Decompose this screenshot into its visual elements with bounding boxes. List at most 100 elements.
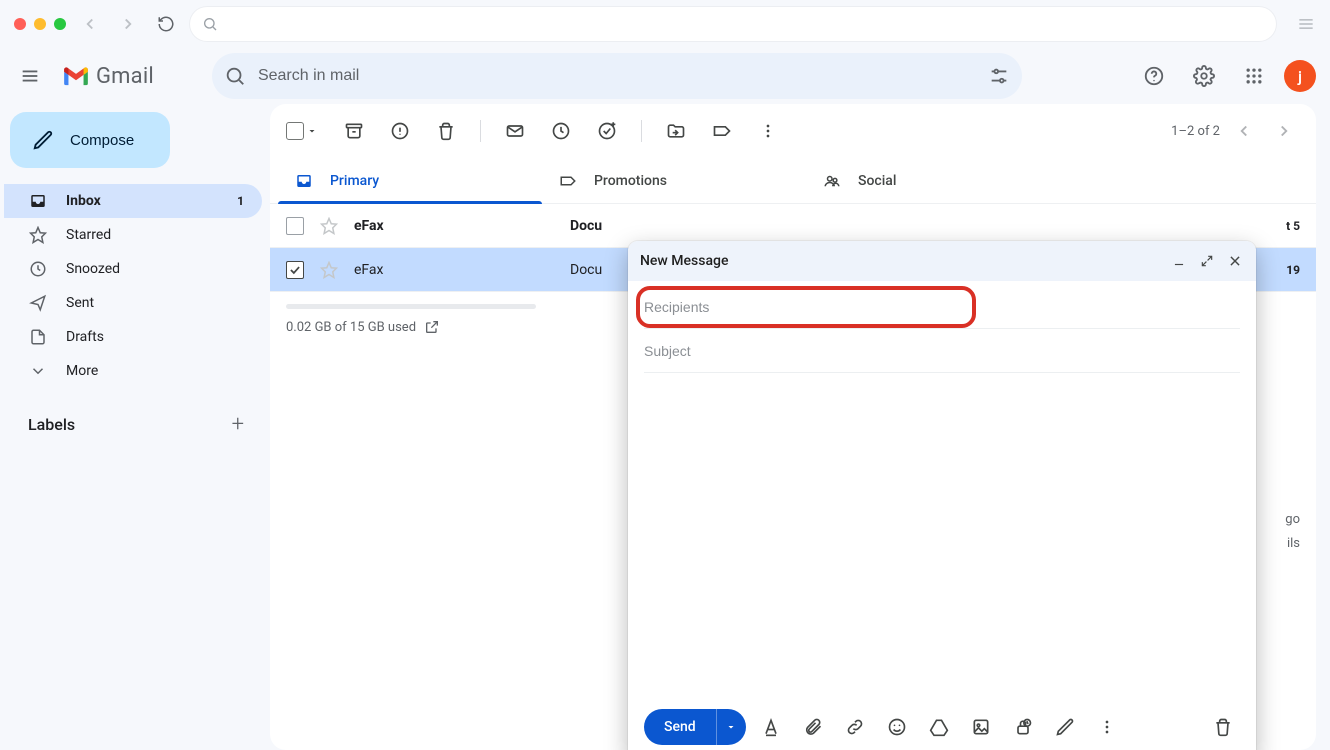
search-input[interactable] xyxy=(258,67,976,85)
clock-icon xyxy=(28,260,48,278)
mark-unread-button[interactable] xyxy=(495,111,535,151)
activity-line: go xyxy=(1285,508,1300,532)
sidebar-item-label: Drafts xyxy=(66,329,104,345)
close-window-icon[interactable] xyxy=(14,18,26,30)
drive-icon[interactable] xyxy=(922,710,956,744)
people-icon xyxy=(822,171,842,191)
minimize-icon[interactable] xyxy=(1170,252,1188,270)
product-name: Gmail xyxy=(96,64,154,89)
compose-button[interactable]: Compose xyxy=(10,112,170,168)
signature-icon[interactable] xyxy=(1048,710,1082,744)
message-sender: eFax xyxy=(354,262,554,278)
quota-bar xyxy=(286,304,536,309)
compose-header[interactable]: New Message xyxy=(628,241,1256,281)
message-subject: Docu xyxy=(570,218,1234,234)
star-icon[interactable] xyxy=(320,261,338,279)
external-link-icon[interactable] xyxy=(424,319,440,335)
row-checkbox[interactable] xyxy=(286,217,304,235)
nav-forward-button[interactable] xyxy=(114,10,142,38)
more-actions-button[interactable] xyxy=(748,111,788,151)
close-icon[interactable] xyxy=(1226,252,1244,270)
send-options-icon[interactable] xyxy=(716,709,746,745)
snooze-button[interactable] xyxy=(541,111,581,151)
attach-icon[interactable] xyxy=(796,710,830,744)
compose-title: New Message xyxy=(640,253,728,269)
send-label: Send xyxy=(644,719,716,735)
more-icon[interactable] xyxy=(1090,710,1124,744)
tab-social[interactable]: Social xyxy=(806,158,1070,203)
fullscreen-icon[interactable] xyxy=(1198,252,1216,270)
compose-body-editor[interactable] xyxy=(644,373,1240,673)
send-icon xyxy=(28,294,48,312)
reload-button[interactable] xyxy=(152,10,180,38)
emoji-icon[interactable] xyxy=(880,710,914,744)
app-header: Gmail j xyxy=(0,48,1330,104)
sidebar-item-sent[interactable]: Sent xyxy=(4,286,262,320)
older-button[interactable] xyxy=(1228,115,1260,147)
message-date: t 5 xyxy=(1250,219,1300,233)
select-all-button[interactable] xyxy=(286,122,318,140)
search-options-icon[interactable] xyxy=(988,65,1010,87)
sidebar-item-drafts[interactable]: Drafts xyxy=(4,320,262,354)
subject-field[interactable] xyxy=(644,329,1240,373)
discard-draft-icon[interactable] xyxy=(1206,710,1240,744)
add-to-tasks-button[interactable] xyxy=(587,111,627,151)
sidebar-item-snoozed[interactable]: Snoozed xyxy=(4,252,262,286)
formatting-icon[interactable] xyxy=(754,710,788,744)
subject-input[interactable] xyxy=(644,343,1240,359)
photo-icon[interactable] xyxy=(964,710,998,744)
tag-icon xyxy=(558,171,578,191)
send-button[interactable]: Send xyxy=(644,709,746,745)
apps-button[interactable] xyxy=(1234,56,1274,96)
browser-menu-icon[interactable] xyxy=(1296,14,1316,34)
settings-button[interactable] xyxy=(1184,56,1224,96)
sidebar-item-starred[interactable]: Starred xyxy=(4,218,262,252)
sidebar-item-label: More xyxy=(66,363,98,379)
recipients-field[interactable] xyxy=(644,285,1240,329)
main-menu-button[interactable] xyxy=(10,56,50,96)
apps-grid-icon xyxy=(1244,66,1264,86)
pagination-text: 1–2 of 2 xyxy=(1171,124,1220,139)
sidebar-item-more[interactable]: More xyxy=(4,354,262,388)
newer-button[interactable] xyxy=(1268,115,1300,147)
star-icon[interactable] xyxy=(320,217,338,235)
link-icon[interactable] xyxy=(838,710,872,744)
category-tabs: Primary Promotions Social xyxy=(270,158,1316,204)
window-controls xyxy=(14,18,66,30)
delete-button[interactable] xyxy=(426,111,466,151)
support-button[interactable] xyxy=(1134,56,1174,96)
address-bar[interactable] xyxy=(190,7,1276,41)
chevron-down-icon xyxy=(28,362,48,380)
activity-line: ils xyxy=(1285,532,1300,556)
row-checkbox[interactable] xyxy=(286,261,304,279)
labels-button[interactable] xyxy=(702,111,742,151)
logo[interactable]: Gmail xyxy=(62,64,154,89)
search-icon[interactable] xyxy=(224,65,246,87)
tab-primary[interactable]: Primary xyxy=(278,158,542,203)
sidebar-item-inbox[interactable]: Inbox 1 xyxy=(4,184,262,218)
labels-heading-text: Labels xyxy=(28,415,75,434)
divider xyxy=(480,120,481,142)
report-spam-button[interactable] xyxy=(380,111,420,151)
divider xyxy=(641,120,642,142)
sidebar-item-label: Sent xyxy=(66,295,94,311)
minimize-window-icon[interactable] xyxy=(34,18,46,30)
account-avatar[interactable]: j xyxy=(1284,60,1316,92)
message-date: 19 xyxy=(1250,263,1300,277)
maximize-window-icon[interactable] xyxy=(54,18,66,30)
compose-label: Compose xyxy=(70,132,134,149)
sidebar: Compose Inbox 1 Starred Snoozed Sent xyxy=(0,104,270,750)
search-bar[interactable] xyxy=(212,53,1022,99)
nav-back-button[interactable] xyxy=(76,10,104,38)
confidential-icon[interactable] xyxy=(1006,710,1040,744)
recipients-input[interactable] xyxy=(644,299,968,315)
add-label-button[interactable]: + xyxy=(232,412,244,437)
move-to-button[interactable] xyxy=(656,111,696,151)
inbox-icon xyxy=(294,171,314,191)
gear-icon xyxy=(1193,65,1215,87)
archive-button[interactable] xyxy=(334,111,374,151)
quota-text: 0.02 GB of 15 GB used xyxy=(286,320,416,335)
tab-promotions[interactable]: Promotions xyxy=(542,158,806,203)
file-icon xyxy=(28,328,48,346)
tab-label: Primary xyxy=(330,173,379,189)
